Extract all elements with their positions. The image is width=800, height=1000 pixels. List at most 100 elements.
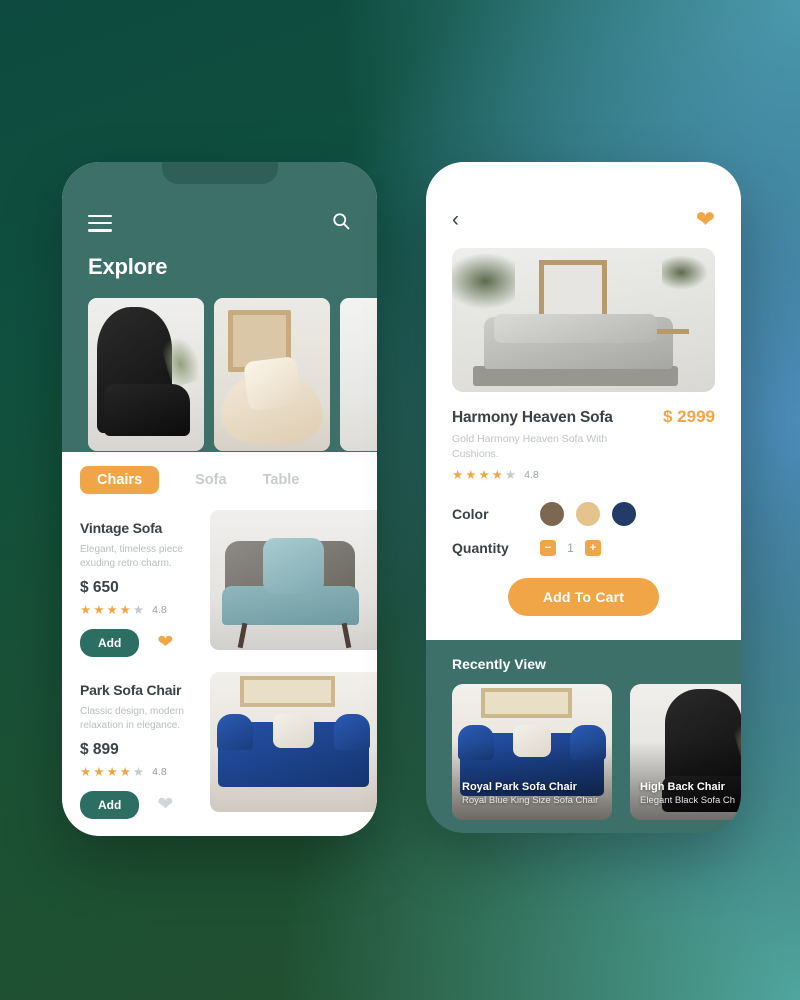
sofa-image-heaven bbox=[452, 248, 715, 392]
cushion-decor bbox=[494, 314, 658, 344]
product-price: $ 2999 bbox=[663, 407, 715, 426]
quantity-value: 1 bbox=[567, 541, 574, 555]
plant-decor bbox=[662, 253, 710, 292]
star-icon: ★ bbox=[491, 468, 503, 482]
recently-view-item[interactable]: High Back Chair Elegant Black Sofa Ch bbox=[630, 684, 741, 820]
product-name: Park Sofa Chair bbox=[80, 682, 182, 698]
star-icon: ★ bbox=[119, 603, 131, 617]
product-row[interactable]: Vintage Sofa Elegant, timeless piece exu… bbox=[62, 510, 377, 668]
color-option-row: Color bbox=[452, 502, 715, 526]
rating-value: 4.8 bbox=[152, 766, 167, 779]
explore-carousel[interactable] bbox=[88, 298, 377, 451]
product-row[interactable]: Park Sofa Chair Classic design, modern r… bbox=[62, 672, 377, 830]
tab-chairs[interactable]: Chairs bbox=[80, 466, 160, 494]
add-to-cart-button[interactable]: Add To Cart bbox=[508, 578, 659, 616]
recently-view-title: Recently View bbox=[452, 656, 546, 672]
star-icon-empty: ★ bbox=[132, 603, 145, 617]
product-hero-image[interactable] bbox=[452, 248, 715, 392]
favorite-heart-icon[interactable]: ❤ bbox=[157, 795, 173, 814]
add-button[interactable]: Add bbox=[80, 790, 140, 819]
product-title: Harmony Heaven Sofa bbox=[452, 409, 613, 426]
star-icon: ★ bbox=[465, 468, 477, 482]
color-swatch-tan[interactable] bbox=[576, 502, 600, 526]
carousel-item[interactable] bbox=[88, 298, 204, 451]
detail-phone: ‹ ❤ Harmony Heaven Sofa $ 2999 Gold Harm… bbox=[426, 162, 741, 833]
star-icon-empty: ★ bbox=[132, 765, 145, 779]
armrest-decor bbox=[216, 714, 254, 751]
star-icon: ★ bbox=[478, 468, 490, 482]
tab-table[interactable]: Table bbox=[263, 472, 300, 488]
sofa-image-peek bbox=[340, 298, 377, 451]
star-icon-empty: ★ bbox=[504, 468, 517, 482]
product-description: Classic design, modern relaxation in ele… bbox=[80, 706, 184, 731]
add-button[interactable]: Add bbox=[80, 628, 140, 657]
rating-value: 4.8 bbox=[152, 604, 167, 617]
quantity-option-row: Quantity − 1 + bbox=[452, 540, 715, 556]
star-icon: ★ bbox=[119, 765, 131, 779]
star-icon: ★ bbox=[106, 765, 118, 779]
cushion-decor bbox=[263, 538, 324, 594]
page-title: Explore bbox=[88, 254, 168, 279]
chair-image-teal bbox=[210, 510, 377, 650]
carousel-item[interactable] bbox=[214, 298, 330, 451]
rug-decor bbox=[473, 366, 679, 387]
recently-view-item[interactable]: Royal Park Sofa Chair Royal Blue King Si… bbox=[452, 684, 612, 820]
plant-decor bbox=[158, 327, 204, 388]
color-label: Color bbox=[452, 506, 489, 522]
increment-button[interactable]: + bbox=[585, 540, 601, 556]
product-image[interactable] bbox=[210, 672, 377, 812]
product-price: $ 899 bbox=[80, 741, 119, 758]
chair-image-beige bbox=[214, 298, 330, 451]
product-image[interactable] bbox=[210, 510, 377, 650]
phone-notch bbox=[161, 162, 278, 184]
pillow-decor bbox=[273, 714, 314, 748]
chair-image-blue bbox=[210, 672, 377, 812]
product-price: $ 650 bbox=[80, 579, 119, 596]
pillow-decor bbox=[512, 724, 552, 758]
item-subtitle: Elegant Black Sofa Ch bbox=[640, 795, 736, 806]
rating-value: 4.8 bbox=[524, 469, 539, 482]
product-rating: ★ ★ ★ ★ ★ 4.8 bbox=[452, 469, 539, 482]
star-icon: ★ bbox=[452, 468, 464, 482]
hamburger-icon[interactable] bbox=[88, 214, 112, 232]
product-name: Vintage Sofa bbox=[80, 520, 163, 536]
tab-sofa[interactable]: Sofa bbox=[195, 472, 226, 488]
product-list: Vintage Sofa Elegant, timeless piece exu… bbox=[62, 510, 377, 836]
back-chevron-icon[interactable]: ‹ bbox=[452, 209, 459, 230]
star-icon: ★ bbox=[80, 603, 92, 617]
quantity-stepper: − 1 + bbox=[540, 540, 601, 556]
star-icon: ★ bbox=[93, 765, 105, 779]
recently-view-caption: Royal Park Sofa Chair Royal Blue King Si… bbox=[462, 781, 604, 806]
detail-content-sheet: ‹ ❤ Harmony Heaven Sofa $ 2999 Gold Harm… bbox=[426, 162, 741, 640]
armrest-decor bbox=[333, 714, 371, 751]
product-info: Vintage Sofa Elegant, timeless piece exu… bbox=[80, 520, 208, 657]
star-icon: ★ bbox=[93, 603, 105, 617]
item-subtitle: Royal Blue King Size Sofa Chair bbox=[462, 795, 599, 806]
recently-view-list[interactable]: Royal Park Sofa Chair Royal Blue King Si… bbox=[452, 684, 741, 820]
favorite-heart-icon[interactable]: ❤ bbox=[157, 633, 173, 652]
product-description: Elegant, timeless piece exuding retro ch… bbox=[80, 544, 183, 569]
decrement-button[interactable]: − bbox=[540, 540, 556, 556]
color-swatch-brown[interactable] bbox=[540, 502, 564, 526]
favorite-heart-icon[interactable]: ❤ bbox=[696, 208, 715, 231]
color-swatch-navy[interactable] bbox=[612, 502, 636, 526]
quantity-label: Quantity bbox=[452, 540, 509, 556]
product-actions: Add ❤ bbox=[80, 790, 208, 819]
category-tabs: Chairs Sofa Table bbox=[80, 466, 377, 494]
product-rating: ★ ★ ★ ★ ★ 4.8 bbox=[80, 604, 208, 617]
star-icon: ★ bbox=[80, 765, 92, 779]
detail-topbar: ‹ ❤ bbox=[452, 208, 715, 231]
item-title: Royal Park Sofa Chair bbox=[462, 781, 577, 793]
chair-image-black bbox=[88, 298, 204, 451]
star-icon: ★ bbox=[106, 603, 118, 617]
item-title: High Back Chair bbox=[640, 781, 725, 793]
pillow-decor bbox=[243, 356, 303, 412]
product-description: Gold Harmony Heaven Sofa With Cushions. bbox=[452, 433, 608, 461]
carousel-item[interactable] bbox=[340, 298, 377, 451]
product-actions: Add ❤ bbox=[80, 628, 208, 657]
recently-view-caption: High Back Chair Elegant Black Sofa Ch bbox=[640, 781, 741, 806]
explore-topbar bbox=[88, 210, 351, 236]
plant-decor bbox=[452, 250, 516, 312]
search-icon[interactable] bbox=[331, 211, 351, 236]
explore-header: Explore bbox=[62, 162, 377, 452]
